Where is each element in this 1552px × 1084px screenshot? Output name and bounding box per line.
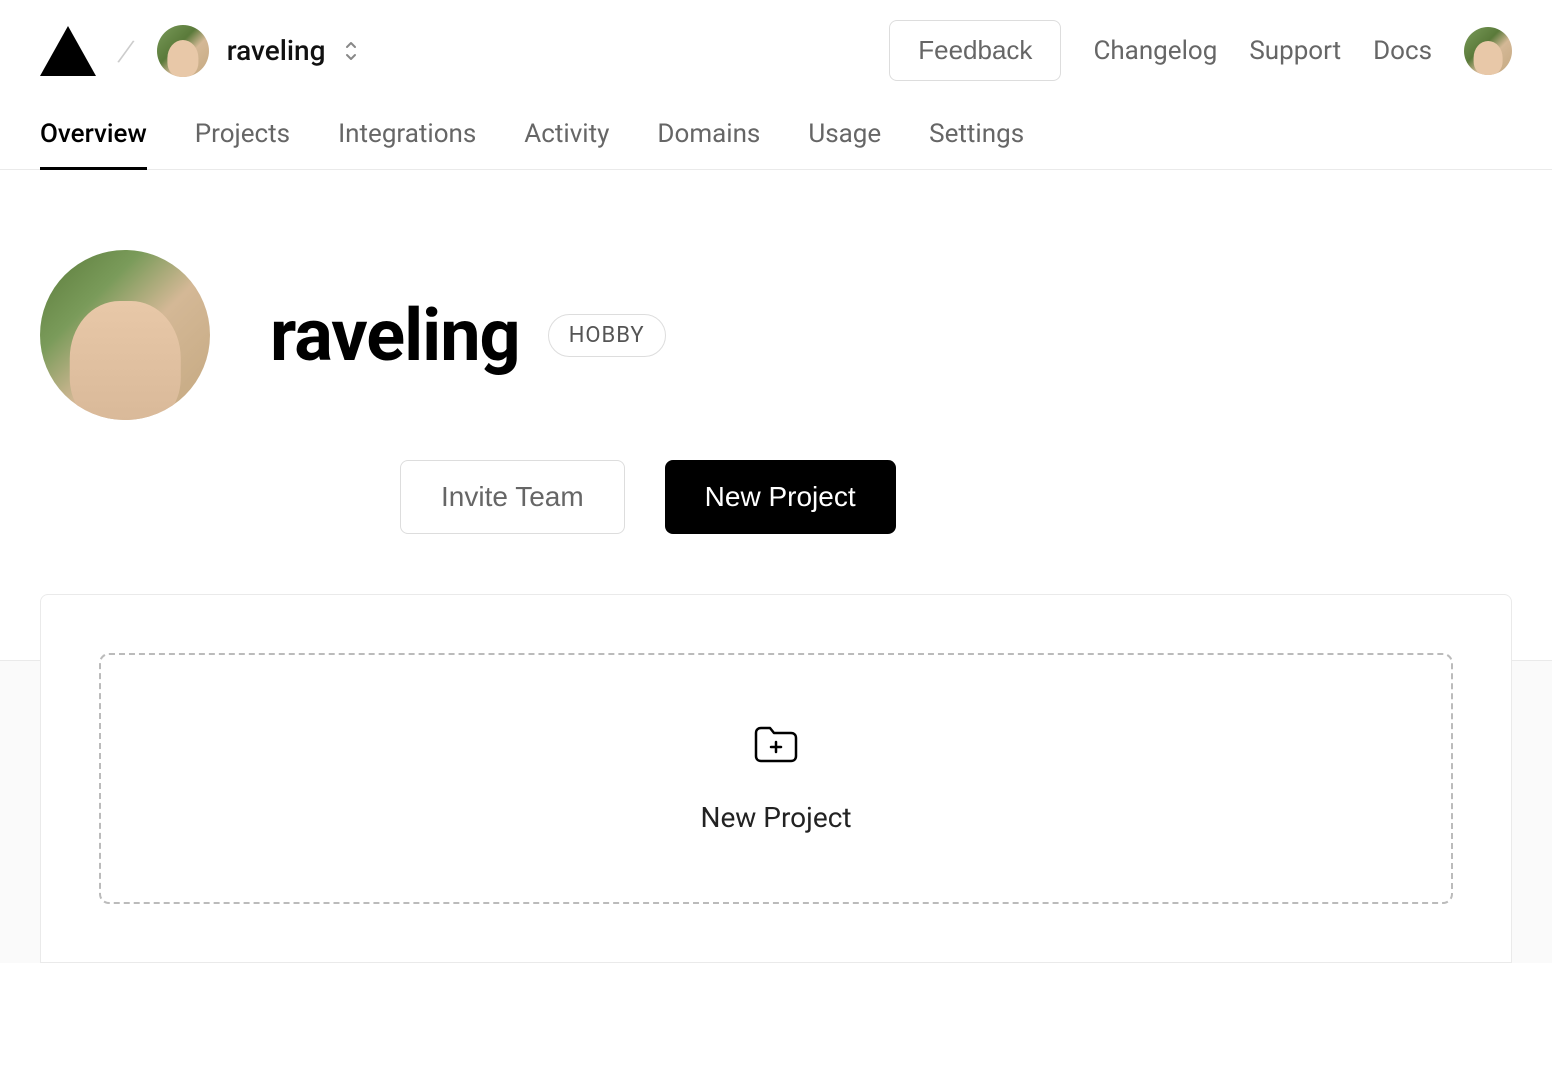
docs-link[interactable]: Docs [1373, 36, 1432, 66]
plan-badge: HOBBY [548, 314, 666, 357]
tabs: Overview Projects Integrations Activity … [0, 101, 1552, 170]
vercel-logo-icon[interactable] [40, 26, 96, 76]
projects-card: New Project [40, 594, 1512, 963]
profile-avatar [40, 250, 210, 420]
tab-settings[interactable]: Settings [929, 101, 1024, 170]
chevron-up-down-icon[interactable] [343, 40, 359, 62]
new-project-zone[interactable]: New Project [99, 653, 1453, 904]
header: / raveling Feedback Changelog Support Do… [0, 0, 1552, 101]
username: raveling [270, 293, 520, 378]
breadcrumb-slash: / [115, 31, 137, 71]
tab-overview[interactable]: Overview [40, 101, 147, 170]
changelog-link[interactable]: Changelog [1093, 36, 1217, 66]
actions: Invite Team New Project [400, 460, 1512, 534]
tab-integrations[interactable]: Integrations [338, 101, 476, 170]
folder-plus-icon [752, 723, 800, 765]
scope-name: raveling [227, 34, 326, 67]
tab-activity[interactable]: Activity [524, 101, 609, 170]
new-project-label: New Project [700, 801, 851, 834]
feedback-button[interactable]: Feedback [889, 20, 1061, 81]
profile-row: raveling HOBBY [40, 250, 1512, 420]
tab-projects[interactable]: Projects [195, 101, 290, 170]
invite-team-button[interactable]: Invite Team [400, 460, 625, 534]
user-menu-avatar[interactable] [1464, 27, 1512, 75]
main: raveling HOBBY Invite Team New Project N… [0, 170, 1552, 963]
new-project-button[interactable]: New Project [665, 460, 896, 534]
tab-domains[interactable]: Domains [657, 101, 760, 170]
username-block: raveling HOBBY [270, 293, 666, 378]
support-link[interactable]: Support [1249, 36, 1341, 66]
header-left: / raveling [40, 25, 359, 77]
header-right: Feedback Changelog Support Docs [889, 20, 1512, 81]
scope-selector[interactable]: raveling [157, 25, 360, 77]
avatar [157, 25, 209, 77]
tab-usage[interactable]: Usage [808, 101, 881, 170]
